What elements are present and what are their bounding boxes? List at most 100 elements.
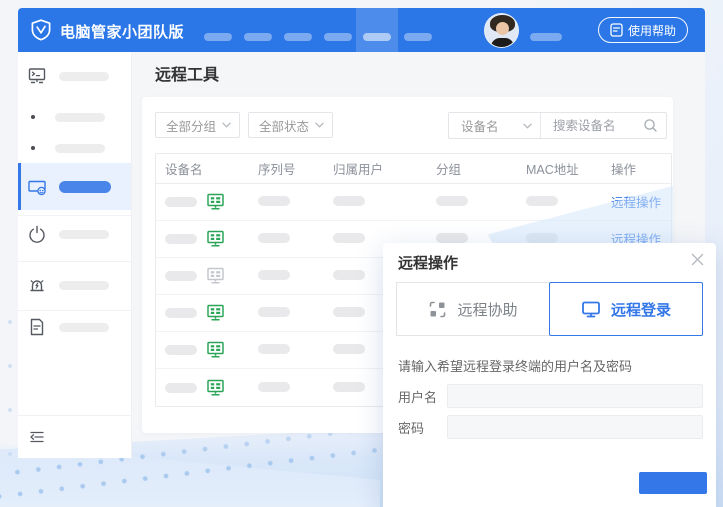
mac-cell bbox=[526, 193, 611, 211]
user-avatar[interactable] bbox=[484, 13, 519, 48]
remote-operate-link[interactable]: 远程操作 bbox=[611, 196, 661, 210]
password-field[interactable] bbox=[447, 415, 703, 439]
status-filter-label: 全部状态 bbox=[259, 116, 309, 135]
app-title: 电脑管家小团队版 bbox=[60, 21, 184, 42]
help-button-label: 使用帮助 bbox=[628, 22, 676, 39]
mac-placeholder bbox=[526, 196, 558, 206]
nav-item-5-active[interactable] bbox=[363, 33, 391, 41]
sidebar-divider bbox=[18, 415, 131, 416]
device-monitor-online-icon bbox=[206, 304, 225, 322]
chevron-down-icon bbox=[315, 122, 324, 128]
power-icon bbox=[26, 223, 48, 245]
serial-placeholder bbox=[258, 196, 290, 206]
serial-placeholder bbox=[258, 270, 290, 280]
document-icon bbox=[26, 316, 48, 338]
help-doc-icon bbox=[610, 23, 623, 37]
avatar-face bbox=[496, 22, 509, 35]
password-label: 密码 bbox=[398, 418, 447, 437]
remote-assist-icon bbox=[428, 300, 447, 319]
sidebar-item-reports[interactable] bbox=[18, 307, 131, 347]
remote-monitor-gear-icon bbox=[26, 176, 48, 198]
nav-item-3[interactable] bbox=[284, 33, 312, 41]
active-nav-highlight bbox=[356, 8, 398, 52]
sidebar-item-alerts[interactable] bbox=[18, 265, 131, 305]
app-logo-shield-icon bbox=[29, 18, 53, 42]
serial-placeholder bbox=[258, 233, 290, 243]
owner-placeholder bbox=[333, 196, 365, 206]
password-row: 密码 bbox=[398, 415, 703, 439]
help-button[interactable]: 使用帮助 bbox=[598, 17, 688, 43]
remote-login-monitor-icon bbox=[581, 300, 601, 319]
column-header-6: 操作 bbox=[611, 159, 671, 178]
owner-placeholder bbox=[333, 344, 365, 354]
username-field[interactable] bbox=[447, 384, 703, 408]
group-placeholder bbox=[436, 233, 468, 243]
alarm-siren-icon bbox=[26, 274, 48, 296]
group-filter-select[interactable]: 全部分组 bbox=[155, 112, 240, 138]
device-name-placeholder bbox=[165, 345, 197, 355]
serial-cell bbox=[258, 379, 333, 397]
nav-item-2[interactable] bbox=[244, 33, 272, 41]
search-category-select[interactable]: 设备名 bbox=[449, 113, 541, 138]
username-row: 用户名 bbox=[398, 384, 703, 408]
sidebar-label-placeholder bbox=[59, 230, 109, 239]
table-header-row: 设备名序列号归属用户分组MAC地址操作 bbox=[156, 154, 671, 184]
tab-remote-assist[interactable]: 远程协助 bbox=[396, 282, 549, 336]
group-cell bbox=[436, 193, 526, 211]
status-filter-select[interactable]: 全部状态 bbox=[248, 112, 333, 138]
remote-operation-modal: 远程操作 远程协助 bbox=[383, 243, 716, 507]
search-control: 设备名 bbox=[448, 112, 667, 139]
action-cell: 远程操作 bbox=[611, 192, 671, 212]
username-placeholder bbox=[530, 33, 562, 41]
device-monitor-online-icon bbox=[206, 379, 225, 397]
nav-item-1[interactable] bbox=[204, 33, 232, 41]
group-filter-label: 全部分组 bbox=[166, 116, 216, 135]
nav-item-6[interactable] bbox=[404, 33, 432, 41]
search-input[interactable] bbox=[551, 118, 643, 134]
username-label: 用户名 bbox=[398, 387, 447, 406]
sidebar-item-devices[interactable] bbox=[18, 56, 131, 96]
owner-placeholder bbox=[333, 307, 365, 317]
sidebar bbox=[18, 52, 131, 458]
search-category-label: 设备名 bbox=[461, 116, 499, 135]
tab-remote-assist-label: 远程协助 bbox=[457, 299, 517, 320]
device-name-cell bbox=[156, 267, 258, 285]
device-monitor-offline-icon bbox=[206, 267, 225, 285]
owner-placeholder bbox=[333, 233, 365, 243]
column-header-2: 序列号 bbox=[258, 159, 333, 178]
serial-cell bbox=[258, 230, 333, 248]
confirm-button[interactable] bbox=[639, 472, 707, 494]
table-row: 远程操作 bbox=[156, 184, 671, 221]
nav-item-4[interactable] bbox=[324, 33, 352, 41]
column-header-3: 归属用户 bbox=[333, 159, 436, 178]
search-field bbox=[541, 118, 666, 134]
serial-cell bbox=[258, 267, 333, 285]
column-header-1: 设备名 bbox=[156, 159, 258, 178]
sidebar-subitem-2[interactable] bbox=[18, 128, 131, 168]
sidebar-divider bbox=[18, 261, 131, 262]
device-name-placeholder bbox=[165, 197, 197, 207]
mac-placeholder bbox=[526, 233, 558, 243]
device-monitor-online-icon bbox=[206, 341, 225, 359]
search-icon[interactable] bbox=[643, 118, 658, 133]
group-placeholder bbox=[436, 196, 468, 206]
sidebar-collapse-button[interactable] bbox=[18, 417, 131, 457]
sidebar-item-power[interactable] bbox=[18, 214, 131, 254]
device-name-cell bbox=[156, 193, 258, 211]
column-header-4: 分组 bbox=[436, 159, 526, 178]
sidebar-label-placeholder bbox=[55, 113, 105, 122]
device-name-placeholder bbox=[165, 383, 197, 393]
serial-placeholder bbox=[258, 344, 290, 354]
serial-cell bbox=[258, 193, 333, 211]
device-name-cell bbox=[156, 230, 258, 248]
serial-placeholder bbox=[258, 382, 290, 392]
chevron-down-icon bbox=[222, 122, 231, 128]
sidebar-label-placeholder bbox=[59, 323, 109, 332]
device-name-placeholder bbox=[165, 271, 197, 281]
sidebar-item-remote-tools-active[interactable] bbox=[18, 163, 131, 210]
chevron-down-icon bbox=[523, 123, 532, 129]
device-monitor-online-icon bbox=[206, 193, 225, 211]
close-icon[interactable] bbox=[689, 251, 705, 267]
tab-remote-login[interactable]: 远程登录 bbox=[549, 282, 703, 336]
sidebar-label-placeholder bbox=[59, 72, 109, 81]
